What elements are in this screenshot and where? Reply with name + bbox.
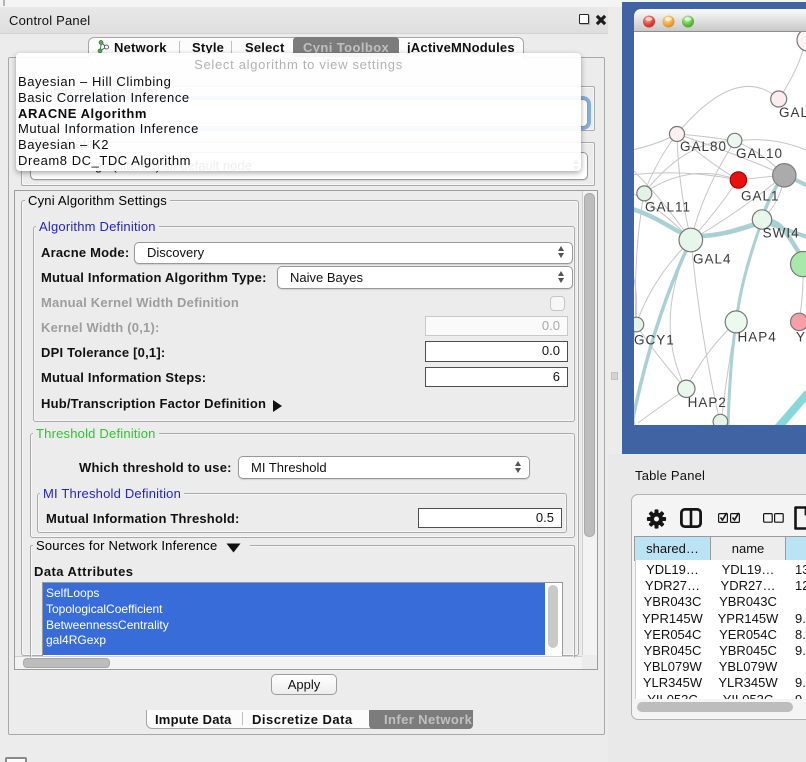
svg-text:GAL2: GAL2 [779, 105, 806, 120]
svg-text:GAL80: GAL80 [680, 139, 727, 154]
svg-text:GAL11: GAL11 [645, 200, 691, 215]
svg-text:GAL4: GAL4 [693, 251, 732, 266]
svg-text:SWI4: SWI4 [763, 225, 800, 240]
svg-text:GCY1: GCY1 [634, 333, 675, 348]
svg-text:GAL10: GAL10 [736, 146, 783, 161]
svg-text:GAL1: GAL1 [741, 189, 780, 204]
svg-text:YJ: YJ [796, 330, 806, 345]
svg-text:HAP4: HAP4 [738, 330, 777, 345]
svg-text:HAP2: HAP2 [688, 395, 727, 410]
